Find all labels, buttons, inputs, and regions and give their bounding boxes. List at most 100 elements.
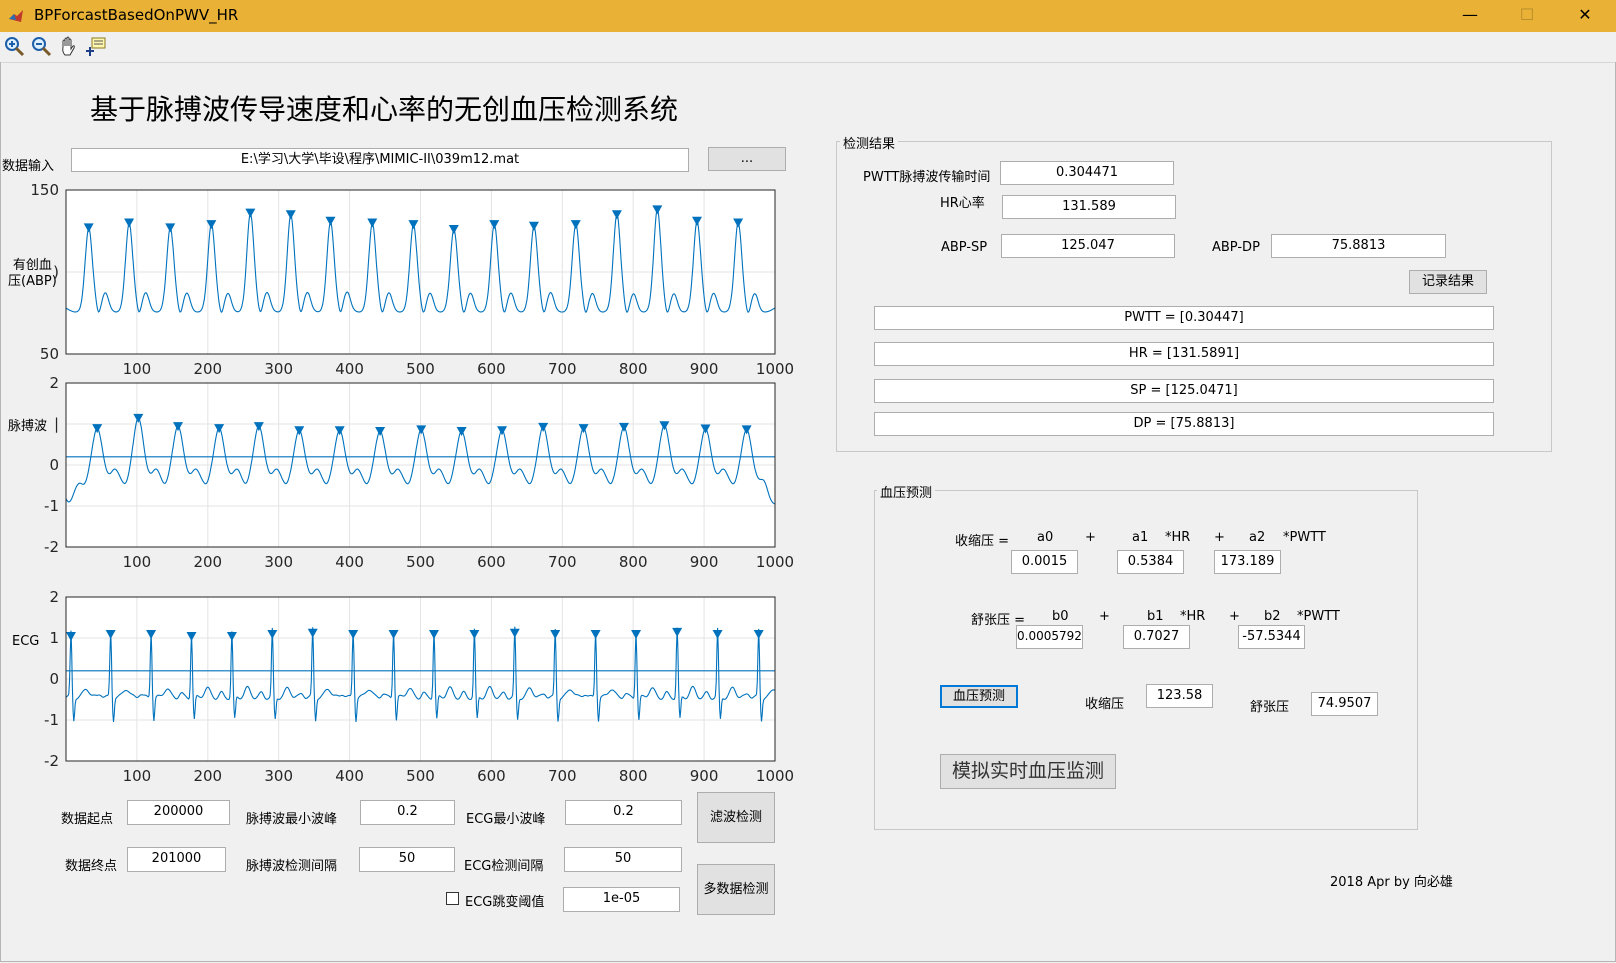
a0-field[interactable]: 0.0015 bbox=[1011, 550, 1078, 574]
pwtt-list-field[interactable]: PWTT = [0.30447] bbox=[874, 306, 1494, 330]
y-tick-label: 0 bbox=[49, 456, 59, 474]
ecg-jump-checkbox[interactable] bbox=[446, 892, 459, 905]
results-panel-title: 检测结果 bbox=[840, 133, 899, 152]
y-tick-label: -2 bbox=[44, 752, 59, 770]
x-tick-label: 600 bbox=[477, 767, 506, 785]
close-button[interactable]: ✕ bbox=[1562, 0, 1608, 32]
browse-button[interactable]: ... bbox=[708, 147, 786, 171]
record-result-button[interactable]: 记录结果 bbox=[1409, 270, 1487, 294]
sys-result-field[interactable]: 123.58 bbox=[1146, 684, 1213, 708]
ecg-min-peak-label: ECG最小波峰 bbox=[466, 812, 546, 827]
dp-label: ABP-DP bbox=[1212, 240, 1260, 255]
start-field[interactable]: 200000 bbox=[127, 800, 230, 825]
ecg-interval-label: ECG检测间隔 bbox=[464, 859, 544, 874]
a2-field[interactable]: 173.189 bbox=[1214, 550, 1281, 574]
x-tick-label: 100 bbox=[123, 767, 152, 785]
ppg-plot[interactable]: 100 200 300 400 500 600 700 800 900 1000 2 | 0 -1 -2 bbox=[0, 372, 800, 584]
results-panel bbox=[836, 141, 1552, 452]
x-tick-label: 1000 bbox=[756, 553, 794, 571]
b0-field[interactable]: 0.00057926 bbox=[1016, 625, 1083, 649]
x-tick-label: 900 bbox=[690, 767, 719, 785]
x-tick-label: 800 bbox=[619, 767, 648, 785]
y-tick-label: -1 bbox=[44, 711, 59, 729]
ecg-plot[interactable]: 100 200 300 400 500 600 700 800 900 1000 2 1 0 -1 -2 bbox=[0, 587, 800, 797]
plus-2: + bbox=[1214, 530, 1225, 545]
ecg-jump-field[interactable]: 1e-05 bbox=[563, 887, 680, 912]
y-tick-label: 1 bbox=[49, 629, 59, 647]
b2-label: b2 bbox=[1264, 609, 1281, 624]
multi-data-detect-button[interactable]: 多数据检测 bbox=[697, 864, 775, 915]
x-tick-label: 700 bbox=[548, 553, 577, 571]
y-tick-label: -2 bbox=[44, 538, 59, 556]
sys-result-label: 收缩压 bbox=[1085, 697, 1125, 712]
plus-3: + bbox=[1099, 609, 1110, 624]
x-tick-label: 500 bbox=[406, 767, 435, 785]
x-tick-label: 500 bbox=[406, 553, 435, 571]
sp-label: ABP-SP bbox=[941, 240, 988, 255]
filter-detect-button[interactable]: 滤波检测 bbox=[697, 792, 775, 843]
pan-icon[interactable] bbox=[57, 35, 81, 59]
zoom-in-icon[interactable] bbox=[3, 35, 27, 59]
hr-label: HR心率 bbox=[940, 196, 985, 211]
x-tick-label: 400 bbox=[335, 767, 364, 785]
pwtt-field[interactable]: 0.304471 bbox=[1000, 161, 1174, 185]
sys-eq-label: 收缩压 = bbox=[955, 534, 1010, 549]
dp-field[interactable]: 75.8813 bbox=[1271, 234, 1446, 258]
a2-label: a2 bbox=[1249, 530, 1266, 545]
y-tick-label: 50 bbox=[40, 345, 59, 363]
hr-field[interactable]: 131.589 bbox=[1002, 195, 1176, 219]
plus-4: + bbox=[1229, 609, 1240, 624]
title-bar: BPForcastBasedOnPWV_HR — ☐ ✕ bbox=[0, 0, 1616, 32]
dia-result-field[interactable]: 74.9507 bbox=[1311, 692, 1378, 716]
ecg-jump-label: ECG跳变阈值 bbox=[465, 895, 545, 910]
a1-field[interactable]: 0.5384 bbox=[1117, 550, 1184, 574]
y-tick-label: 150 bbox=[30, 181, 59, 199]
x-tick-label: 600 bbox=[477, 553, 506, 571]
sp-list-field[interactable]: SP = [125.0471] bbox=[874, 379, 1494, 403]
maximize-button[interactable]: ☐ bbox=[1504, 0, 1550, 32]
x-tick-label: 200 bbox=[193, 767, 222, 785]
end-label: 数据终点 bbox=[65, 859, 118, 874]
x-tick-label: 300 bbox=[264, 553, 293, 571]
data-path-field[interactable]: E:\学习\大学\毕设\程序\MIMIC-II\039m12.mat bbox=[71, 148, 689, 172]
a0-label: a0 bbox=[1037, 530, 1054, 545]
ppg-min-peak-label: 脉搏波最小波峰 bbox=[246, 812, 338, 827]
x-tick-label: 300 bbox=[264, 767, 293, 785]
toolbar bbox=[0, 32, 1616, 63]
b1-hr-term: *HR bbox=[1180, 609, 1206, 624]
y-tick-label: 2 bbox=[49, 374, 59, 392]
sp-field[interactable]: 125.047 bbox=[1001, 234, 1175, 258]
plus-1: + bbox=[1085, 530, 1096, 545]
b1-field[interactable]: 0.7027 bbox=[1123, 625, 1190, 649]
ppg-interval-field[interactable]: 50 bbox=[359, 847, 455, 872]
end-field[interactable]: 201000 bbox=[127, 847, 226, 872]
zoom-out-icon[interactable] bbox=[30, 35, 54, 59]
b1-label: b1 bbox=[1147, 609, 1164, 624]
y-tick-label: 2 bbox=[49, 588, 59, 606]
realtime-monitor-button[interactable]: 模拟实时血压监测 bbox=[940, 754, 1116, 789]
y-tick-label: ) bbox=[53, 263, 59, 281]
a1-hr-term: *HR bbox=[1165, 530, 1191, 545]
hr-list-field[interactable]: HR = [131.5891] bbox=[874, 342, 1494, 366]
b0-label: b0 bbox=[1052, 609, 1069, 624]
ecg-min-peak-field[interactable]: 0.2 bbox=[565, 800, 682, 825]
b2-field[interactable]: -57.5344 bbox=[1238, 625, 1305, 649]
minimize-button[interactable]: — bbox=[1447, 0, 1493, 32]
y-tick-label: -1 bbox=[44, 497, 59, 515]
b2-pwtt-term: *PWTT bbox=[1297, 609, 1340, 624]
dp-list-field[interactable]: DP = [75.8813] bbox=[874, 412, 1494, 436]
a2-pwtt-term: *PWTT bbox=[1283, 530, 1326, 545]
window-title: BPForcastBasedOnPWV_HR bbox=[34, 6, 239, 24]
data-cursor-icon[interactable] bbox=[84, 35, 108, 59]
page-title: 基于脉搏波传导速度和心率的无创血压检测系统 bbox=[90, 93, 679, 126]
y-tick-label: 0 bbox=[49, 670, 59, 688]
ecg-interval-field[interactable]: 50 bbox=[564, 847, 682, 872]
abp-plot[interactable]: 100 200 300 400 500 600 700 800 900 1000150)50 bbox=[0, 180, 800, 390]
ppg-min-peak-field[interactable]: 0.2 bbox=[360, 800, 455, 825]
data-input-label: 数据输入 bbox=[2, 159, 55, 174]
a1-label: a1 bbox=[1132, 530, 1149, 545]
x-tick-label: 200 bbox=[193, 553, 222, 571]
x-tick-label: 1000 bbox=[756, 767, 794, 785]
predict-button[interactable]: 血压预测 bbox=[940, 685, 1018, 708]
x-tick-label: 800 bbox=[619, 553, 648, 571]
